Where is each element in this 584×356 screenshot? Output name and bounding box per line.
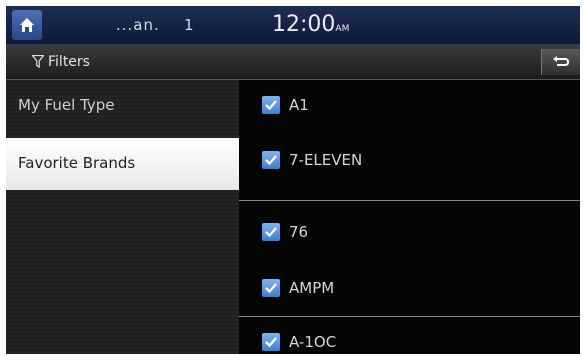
back-arrow-icon [553, 56, 569, 66]
home-icon [20, 18, 34, 32]
menu-item-label: My Fuel Type [18, 96, 115, 114]
menu-item-my-fuel-type[interactable]: My Fuel Type [6, 80, 239, 132]
title-bar: Filters [6, 45, 580, 80]
checkbox[interactable] [262, 151, 280, 169]
back-button[interactable] [541, 49, 580, 75]
filter-icon [32, 55, 44, 68]
checkmark-icon [265, 283, 277, 294]
home-button[interactable] [12, 10, 42, 40]
checkmark-icon [265, 337, 277, 348]
list-divider [239, 200, 580, 201]
checkbox[interactable] [262, 279, 280, 297]
brand-label: 76 [289, 223, 309, 241]
checkmark-icon [265, 155, 277, 166]
list-item-a1[interactable]: A1 [239, 80, 580, 132]
menu-item-favorite-brands[interactable]: Favorite Brands [6, 138, 239, 190]
list-item-76[interactable]: 76 [239, 207, 580, 259]
checkbox[interactable] [262, 223, 280, 241]
clock: 12:00AM [272, 12, 349, 37]
brand-label: 7-ELEVEN [289, 151, 363, 169]
list-item-a-1oc[interactable]: A-1OC [239, 317, 580, 354]
checkbox[interactable] [262, 333, 280, 351]
channel-number: 1 [184, 16, 195, 34]
signal-status: ...an. [116, 16, 160, 34]
menu-item-label: Favorite Brands [18, 154, 136, 172]
filter-category-menu: My Fuel Type Favorite Brands [6, 80, 239, 354]
checkmark-icon [265, 100, 277, 111]
screen: ...an. 1 12:00AM Filters My Fuel Type Fa… [6, 6, 580, 354]
list-item-7-eleven[interactable]: 7-ELEVEN [239, 135, 580, 187]
brand-label: A-1OC [289, 333, 337, 351]
page-title: Filters [48, 54, 90, 70]
checkbox[interactable] [262, 96, 280, 114]
list-item-ampm[interactable]: AMPM [239, 263, 580, 315]
status-bar: ...an. 1 12:00AM [6, 6, 580, 45]
brand-list: A1 7-ELEVEN 76 AMPM A-1OC [239, 80, 580, 354]
checkmark-icon [265, 227, 277, 238]
brand-label: AMPM [289, 279, 335, 297]
clock-suffix: AM [335, 24, 350, 34]
clock-time: 12:00 [272, 12, 336, 37]
brand-label: A1 [289, 96, 309, 114]
